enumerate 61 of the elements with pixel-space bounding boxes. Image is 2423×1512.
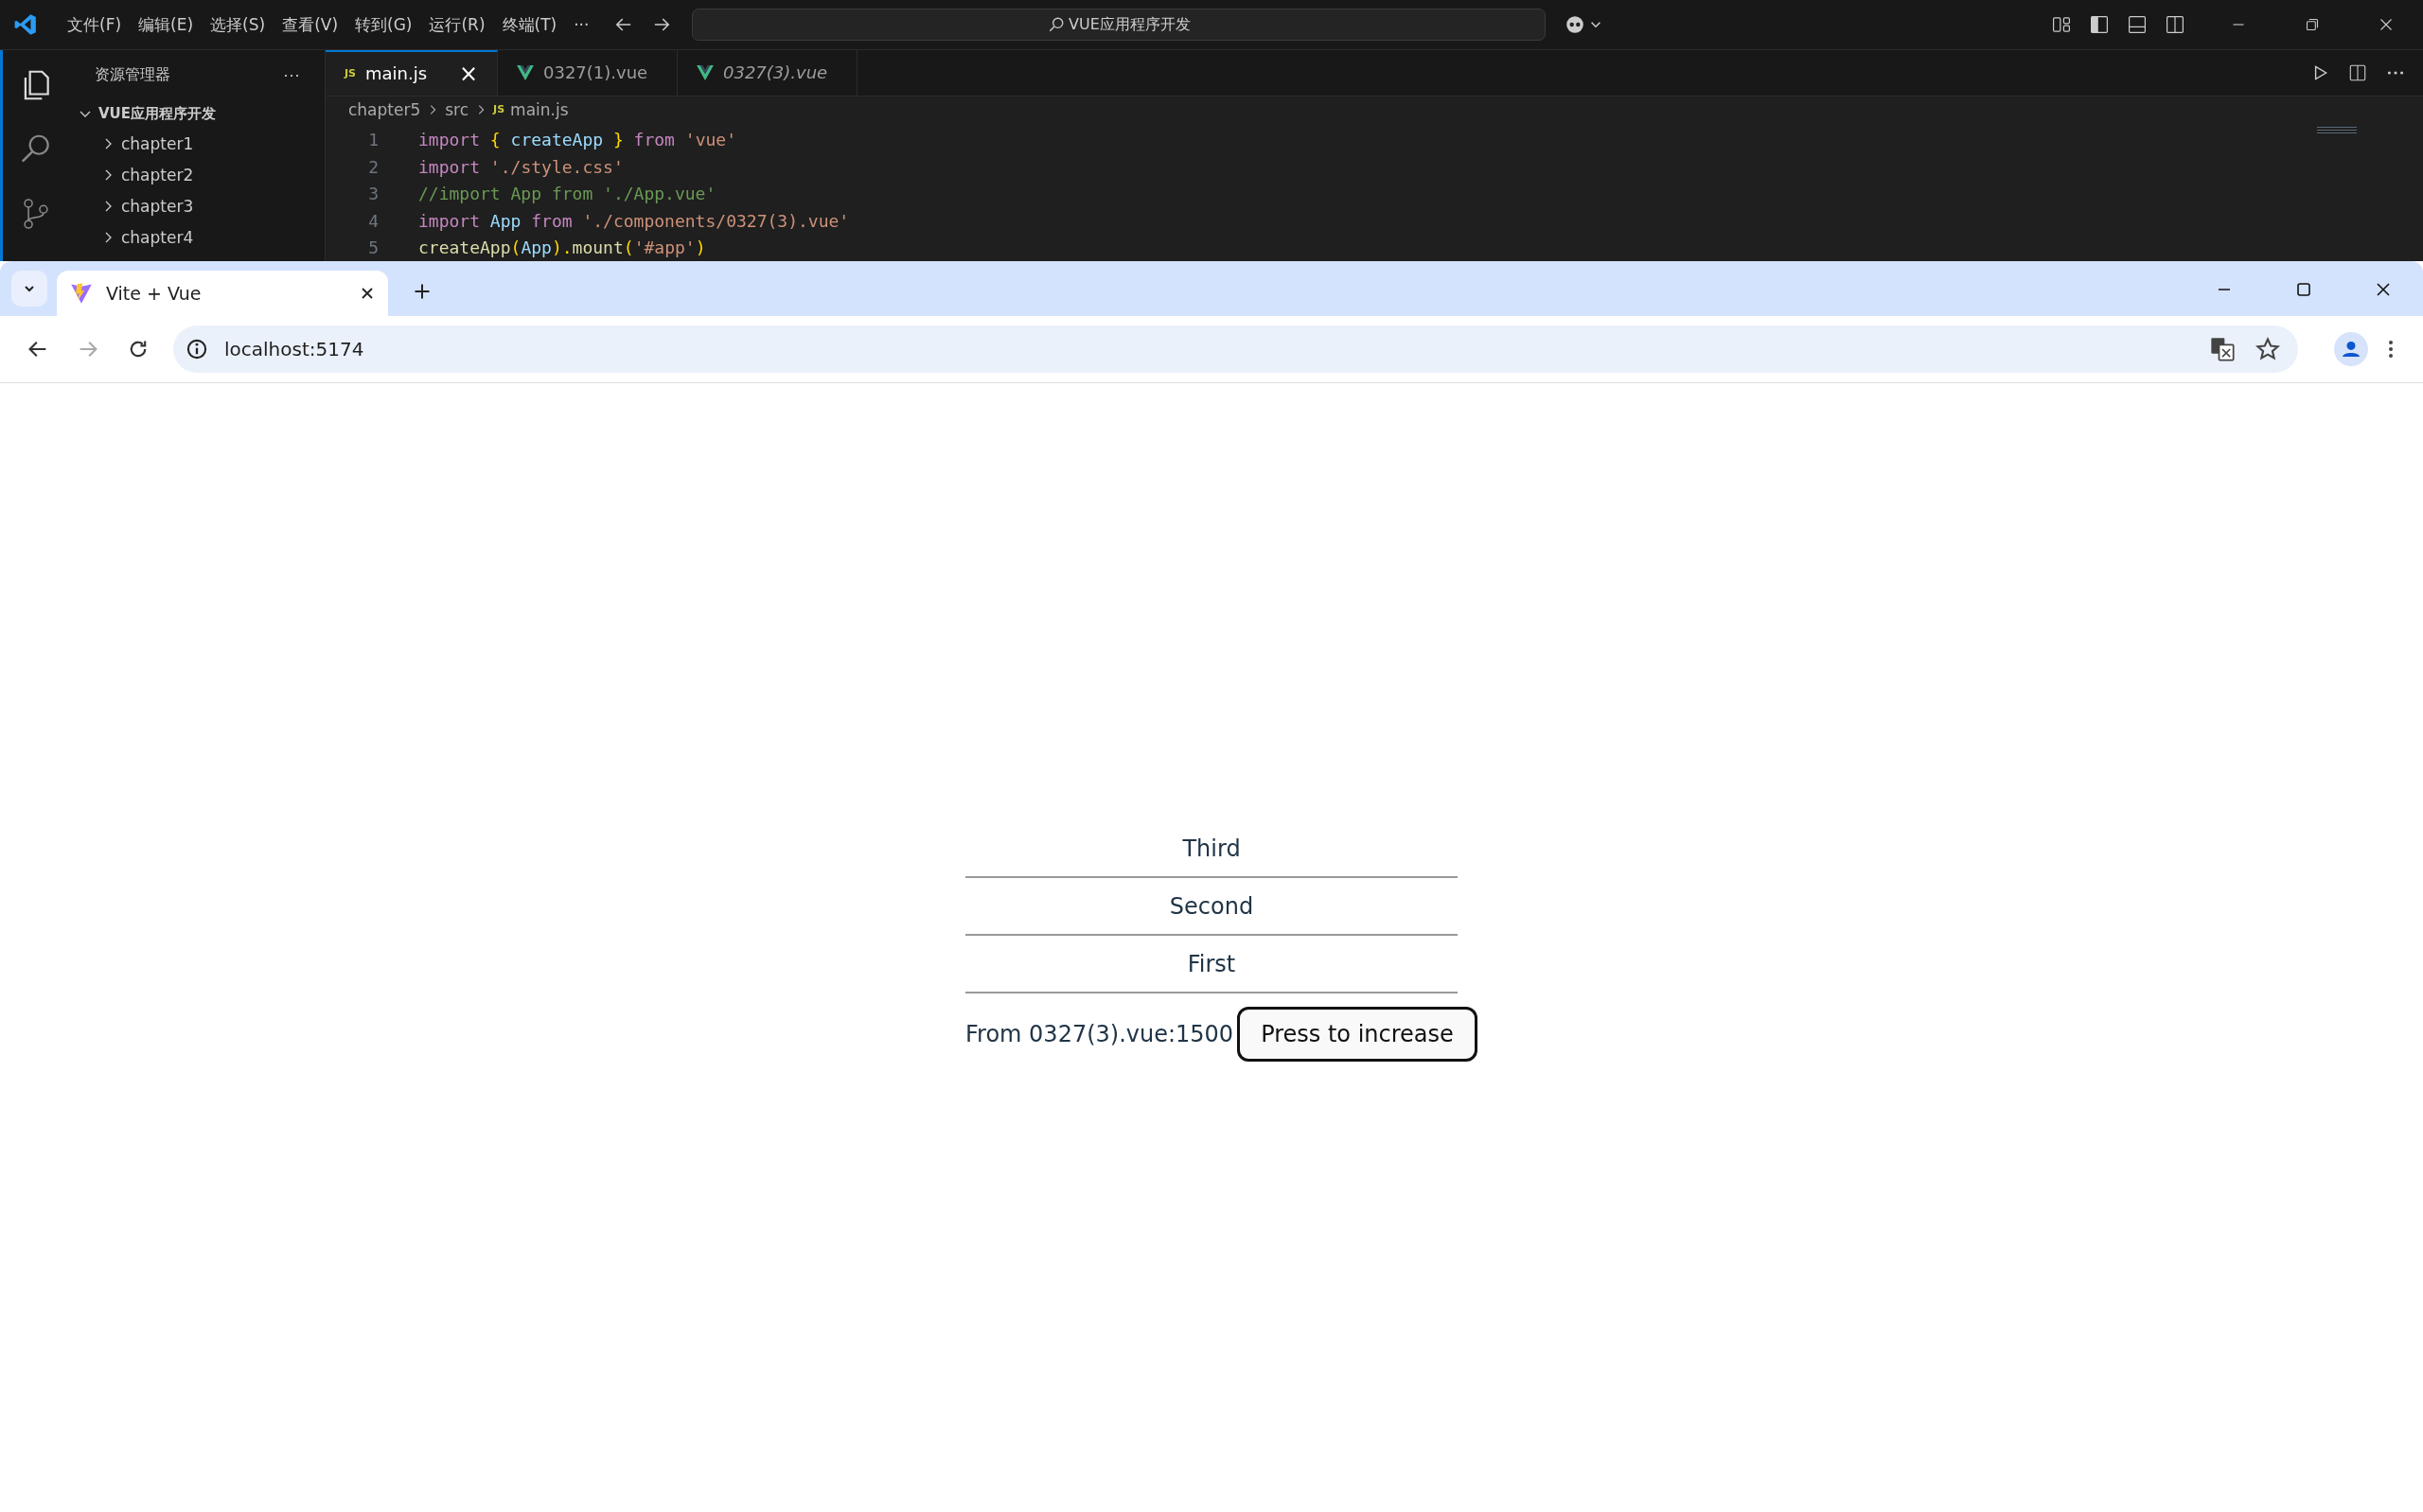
menu-item[interactable]: 查看(V): [274, 9, 347, 40]
code-line: import { createApp } from 'vue': [418, 130, 736, 150]
more-actions-button[interactable]: ···: [277, 63, 306, 86]
split-panel-icon[interactable]: [2164, 13, 2186, 36]
breadcrumb-item[interactable]: main.js: [510, 99, 569, 119]
line-number: 5: [367, 237, 379, 258]
translate-icon[interactable]: [2209, 336, 2236, 362]
tab-label: 0327(3).vue: [723, 62, 828, 83]
menu-item[interactable]: 编辑(E): [130, 9, 203, 40]
address-bar[interactable]: localhost:5174: [173, 325, 2298, 373]
folder-tree-item[interactable]: chapter1: [68, 128, 325, 159]
increase-button[interactable]: Press to increase: [1237, 1007, 1477, 1062]
more-menu-icon[interactable]: [2387, 338, 2395, 360]
panel-toggle-icon[interactable]: [2126, 13, 2149, 36]
code-editor-logo-icon: [13, 12, 38, 37]
breadcrumb-item[interactable]: chapter5: [348, 99, 421, 119]
editor-tab[interactable]: JS main.js ×: [326, 50, 498, 96]
menu-item[interactable]: 运行(R): [420, 9, 494, 40]
line-number: 3: [367, 184, 379, 204]
profile-avatar-icon[interactable]: [2334, 332, 2368, 366]
search-icon: [1048, 16, 1066, 33]
close-icon[interactable]: [360, 286, 375, 301]
menu-item[interactable]: 转到(G): [346, 9, 421, 40]
folder-tree-item[interactable]: chapter3: [68, 190, 325, 221]
code-line: import App from './components/0327(3).vue': [418, 210, 850, 231]
list-item-text: Second: [1169, 892, 1254, 920]
more-menu-button[interactable]: ···: [565, 11, 598, 38]
line-number: 4: [367, 210, 379, 231]
breadcrumb-item[interactable]: src: [445, 99, 469, 119]
folder-tree-item[interactable]: chapter4: [68, 221, 325, 253]
code-line: //import App from './App.vue': [418, 184, 716, 204]
bookmark-star-icon[interactable]: [2255, 336, 2281, 362]
maximize-icon[interactable]: [2294, 280, 2313, 299]
folder-tree-item[interactable]: chapter2: [68, 159, 325, 190]
code-line: import './style.css': [418, 156, 624, 177]
file-type-label: JS: [345, 67, 356, 80]
new-tab-icon[interactable]: [413, 282, 432, 301]
command-center-search[interactable]: VUE应用程序开发: [692, 9, 1547, 41]
sidebar-toggle-icon[interactable]: [2088, 13, 2111, 36]
vue-file-icon: [517, 64, 534, 80]
editor-tab[interactable]: 0327(3).vue: [678, 50, 858, 96]
folder-tree-item[interactable]: VUE应用程序开发: [68, 99, 325, 128]
tab-label: main.js: [365, 63, 428, 84]
list-item-text: Third: [1182, 835, 1241, 862]
file-type-label: JS: [493, 103, 505, 116]
list-item-text: First: [1187, 950, 1236, 977]
tab-label: 0327(1).vue: [543, 62, 648, 83]
line-number: 2: [367, 156, 379, 177]
browser-tab[interactable]: Vite + Vue: [57, 271, 388, 316]
counter-text: From 0327(3).vue:1500: [965, 1021, 1234, 1047]
editor-tab[interactable]: 0327(1).vue: [498, 50, 678, 96]
explorer-title: 资源管理器: [95, 64, 170, 85]
line-number: 1: [367, 130, 379, 150]
menu-item[interactable]: 选择(S): [202, 9, 274, 40]
info-icon[interactable]: [185, 337, 209, 361]
code-line: createApp(App).mount('#app'): [418, 237, 706, 258]
tab-close-button[interactable]: ×: [458, 60, 478, 87]
site-favicon-icon: [70, 282, 93, 305]
vue-file-icon: [697, 64, 714, 80]
menu-item[interactable]: 终端(T): [493, 9, 566, 40]
menu-item[interactable]: 文件(F): [59, 9, 131, 40]
